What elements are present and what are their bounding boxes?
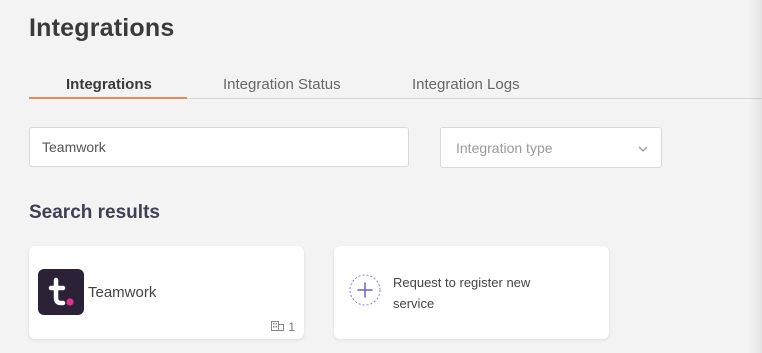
plus-icon bbox=[349, 274, 381, 306]
building-icon bbox=[271, 319, 285, 334]
page-title: Integrations bbox=[29, 14, 175, 42]
search-input[interactable] bbox=[29, 127, 409, 167]
chevron-down-icon bbox=[637, 142, 649, 160]
tab-integrations[interactable]: Integrations bbox=[66, 76, 152, 93]
request-new-service-label: Request to register new service bbox=[393, 275, 531, 311]
integration-card-teamwork[interactable]: Teamwork 1 bbox=[29, 246, 304, 339]
panel-edge-shadow bbox=[748, 0, 762, 353]
integration-type-placeholder: Integration type bbox=[456, 140, 553, 156]
organization-count-value: 1 bbox=[288, 319, 295, 334]
teamwork-logo-icon bbox=[38, 269, 84, 315]
integration-type-select[interactable]: Integration type bbox=[440, 127, 662, 168]
integration-name: Teamwork bbox=[88, 284, 157, 301]
search-results-heading: Search results bbox=[29, 202, 160, 223]
organization-count: 1 bbox=[271, 319, 295, 334]
active-tab-indicator bbox=[29, 97, 187, 99]
tab-integration-status[interactable]: Integration Status bbox=[223, 76, 341, 93]
tab-bar: Integrations Integration Status Integrat… bbox=[29, 70, 762, 99]
request-new-service-card[interactable]: Request to register new service bbox=[334, 246, 609, 339]
tab-integration-logs[interactable]: Integration Logs bbox=[412, 76, 520, 93]
